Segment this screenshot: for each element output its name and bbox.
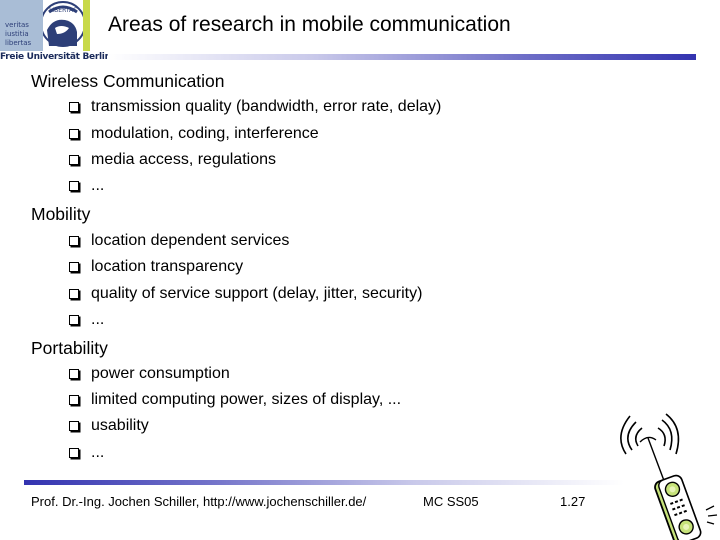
list-item: modulation, coding, interference bbox=[68, 124, 319, 144]
university-name: Freie Universität Berlin bbox=[0, 52, 111, 62]
footer-course: MC SS05 bbox=[423, 494, 479, 509]
section-heading: Portability bbox=[31, 338, 108, 358]
hollow-square-bullet-icon bbox=[69, 369, 79, 379]
list-item-text: power consumption bbox=[91, 365, 230, 382]
list-item: ... bbox=[68, 443, 104, 463]
footer-page-number: 1.27 bbox=[560, 494, 586, 509]
motto-line: veritas bbox=[5, 21, 29, 29]
title-underline bbox=[108, 54, 696, 60]
slide-title: Areas of research in mobile communicatio… bbox=[108, 13, 511, 36]
hollow-square-bullet-icon bbox=[69, 102, 79, 112]
list-item: quality of service support (delay, jitte… bbox=[68, 284, 422, 304]
list-item-text: media access, regulations bbox=[91, 151, 276, 168]
logo-motto: veritas iustitia libertas bbox=[5, 21, 43, 48]
section-heading: Mobility bbox=[31, 204, 91, 224]
list-item-text: ... bbox=[91, 177, 105, 194]
mobile-phone-signal-icon bbox=[620, 413, 718, 540]
list-item: media access, regulations bbox=[68, 150, 276, 170]
footer-author: Prof. Dr.-Ing. Jochen Schiller, http://w… bbox=[31, 494, 367, 509]
hollow-square-bullet-icon bbox=[69, 421, 79, 431]
list-item-text: ... bbox=[91, 311, 105, 328]
hollow-square-bullet-icon bbox=[69, 395, 79, 405]
motto-line: iustitia bbox=[5, 30, 29, 38]
list-item-text: modulation, coding, interference bbox=[91, 125, 319, 142]
list-item: ... bbox=[68, 176, 104, 196]
hollow-square-bullet-icon bbox=[69, 236, 79, 246]
logo-strip bbox=[83, 0, 90, 51]
list-item: ... bbox=[68, 310, 104, 330]
hollow-square-bullet-icon bbox=[69, 155, 79, 165]
hollow-square-bullet-icon bbox=[69, 289, 79, 299]
list-item-text: ... bbox=[91, 444, 105, 461]
list-item: location dependent services bbox=[68, 231, 289, 251]
logo-motto-box: veritas iustitia libertas bbox=[0, 0, 43, 51]
list-item: limited computing power, sizes of displa… bbox=[68, 390, 401, 410]
list-item-text: limited computing power, sizes of displa… bbox=[91, 391, 402, 408]
hollow-square-bullet-icon bbox=[69, 181, 79, 191]
list-item-text: transmission quality (bandwidth, error r… bbox=[91, 98, 442, 115]
list-item-text: quality of service support (delay, jitte… bbox=[91, 285, 423, 302]
list-item: location transparency bbox=[68, 257, 243, 277]
motto-line: libertas bbox=[5, 39, 32, 47]
hollow-square-bullet-icon bbox=[69, 448, 79, 458]
list-item: power consumption bbox=[68, 364, 230, 384]
university-seal-icon: LIBERTAS bbox=[43, 0, 83, 51]
list-item-text: usability bbox=[91, 417, 149, 434]
hollow-square-bullet-icon bbox=[69, 129, 79, 139]
list-item-text: location dependent services bbox=[91, 232, 290, 249]
section-heading: Wireless Communication bbox=[31, 71, 225, 91]
footer-rule bbox=[24, 480, 624, 485]
hollow-square-bullet-icon bbox=[69, 315, 79, 325]
seal-text: LIBERTAS bbox=[49, 7, 77, 14]
list-item: transmission quality (bandwidth, error r… bbox=[68, 97, 441, 117]
university-logo: veritas iustitia libertas LIBERTAS Freie… bbox=[0, 0, 111, 66]
list-item: usability bbox=[68, 416, 149, 436]
list-item-text: location transparency bbox=[91, 258, 244, 275]
hollow-square-bullet-icon bbox=[69, 262, 79, 272]
